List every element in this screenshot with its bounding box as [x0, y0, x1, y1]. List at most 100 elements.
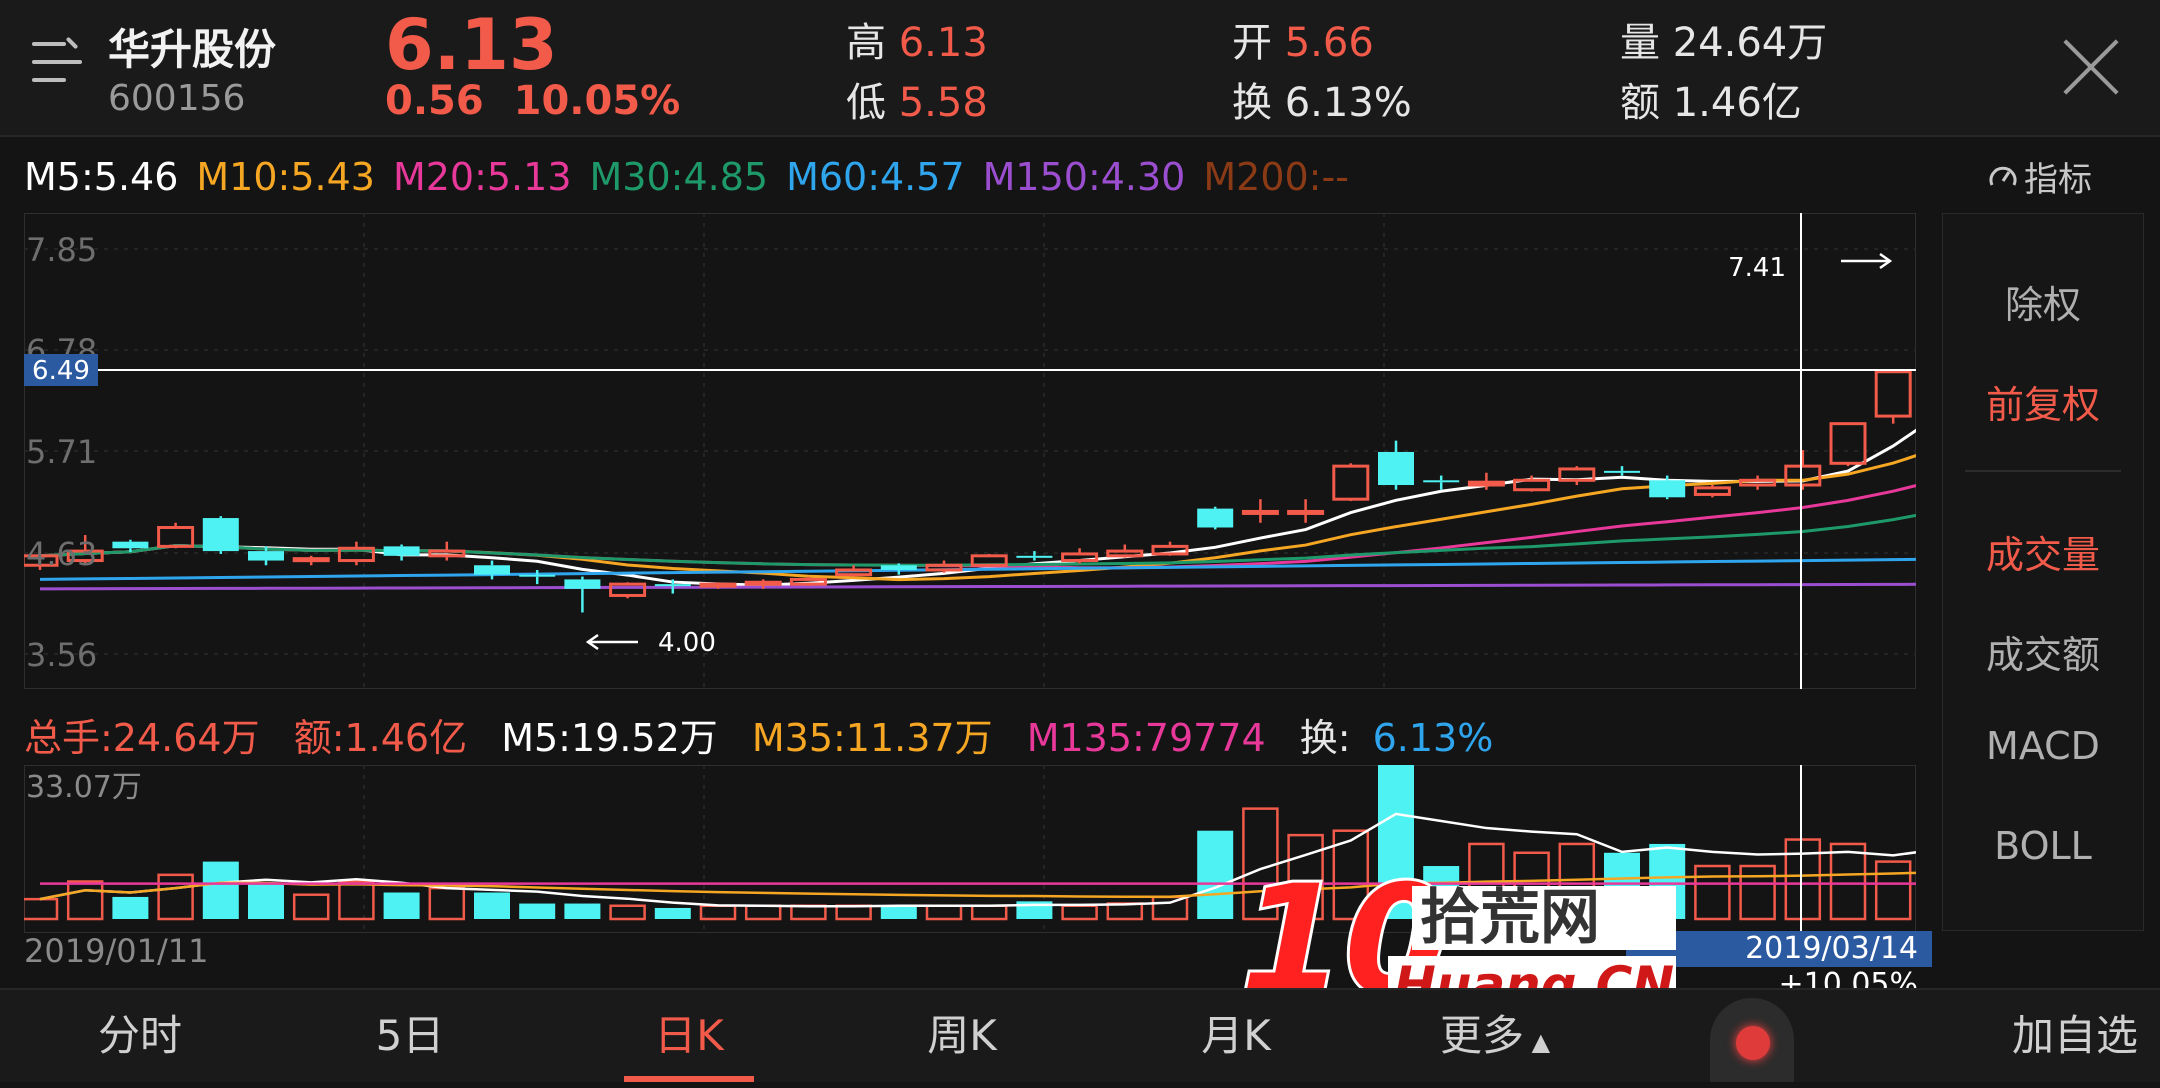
menu-icon[interactable] — [32, 36, 82, 86]
svg-text:拾荒网: 拾荒网 — [1420, 883, 1600, 953]
volume-bar — [157, 873, 194, 921]
candle — [202, 516, 239, 554]
candle — [428, 541, 466, 561]
candle — [292, 555, 330, 566]
candle — [970, 553, 1008, 568]
volume-bar — [519, 903, 556, 919]
ma-legend-item: M150:4.30 — [982, 155, 1186, 199]
candle — [474, 560, 510, 580]
gauge-icon — [1989, 166, 2017, 186]
volume-bar — [338, 880, 375, 921]
volume-bar — [880, 905, 917, 919]
ma-legend: M5:5.46 M10:5.43 M20:5.13 M30:4.85 M60:4.57 M… — [24, 155, 1367, 199]
volume-bar — [790, 904, 827, 921]
low-stat: 低 5.58 — [846, 80, 988, 126]
open-stat: 开 5.66 — [1232, 20, 1374, 66]
option-boll[interactable]: BOLL — [1943, 824, 2143, 868]
candle — [1061, 548, 1099, 564]
ma-legend-item: M60:4.57 — [786, 155, 965, 199]
volume-bar — [699, 904, 737, 921]
header-divider — [0, 135, 2160, 137]
period-tabs: 分时 5日 日K 周K 月K 更多 ▲ 加自选 — [0, 988, 2160, 1082]
add-to-watchlist-button[interactable]: 加自选 — [2000, 990, 2150, 1082]
tab-weekly-k[interactable]: 周K — [902, 990, 1022, 1082]
volume-bar — [970, 904, 1008, 921]
volume-bar — [1106, 902, 1144, 921]
price-tick-label: 3.56 — [26, 636, 97, 674]
volume-stat: 量 24.64万 — [1620, 20, 1828, 66]
turnover-stat: 换 6.13% — [1232, 80, 1412, 126]
ma-legend-item: M30:4.85 — [589, 155, 769, 199]
ma-legend-item: M5:5.46 — [24, 155, 179, 199]
change-amount: 0.56 — [385, 78, 484, 124]
volume-bar — [248, 883, 284, 919]
amount-stat: 额 1.46亿 — [1620, 80, 1802, 126]
volume-bar — [428, 886, 466, 921]
stock-name: 华升股份 — [108, 25, 277, 74]
candle — [1378, 440, 1414, 490]
option-amount[interactable]: 成交额 — [1943, 624, 2143, 679]
ma-legend-item: M20:5.13 — [392, 155, 572, 199]
volume-bar — [835, 904, 872, 921]
price-tick-label: 7.85 — [26, 231, 97, 269]
volume-bar — [925, 904, 963, 921]
volume-bar — [609, 904, 646, 921]
volume-bar — [564, 903, 601, 919]
option-macd[interactable]: MACD — [1943, 724, 2143, 768]
candle — [564, 576, 601, 613]
volume-amount: 额:1.46亿 — [293, 716, 468, 760]
volume-turnover: 换: 6.13% — [1299, 716, 1494, 760]
candle — [609, 582, 647, 599]
candle — [1829, 422, 1867, 467]
tab-more[interactable]: 更多 ▲ — [1420, 990, 1570, 1082]
quote-header — [0, 0, 2160, 135]
candlestick-chart[interactable]: 7.856.785.714.633.56 6.49 7.41 4.00 — [24, 213, 1916, 689]
candle — [1287, 499, 1325, 523]
volume-m5: M5:19.52万 — [501, 716, 718, 760]
volume-bar — [1151, 895, 1189, 921]
volume-bar — [474, 892, 510, 919]
volume-bar — [202, 861, 239, 919]
candle — [383, 544, 420, 561]
candle — [1604, 466, 1640, 476]
candle — [1693, 485, 1731, 498]
high-stat: 高 6.13 — [846, 20, 988, 66]
indicator-button[interactable]: 指标 — [1988, 152, 2092, 201]
min-price-label: 4.00 — [658, 628, 716, 658]
chart-options-panel: 除权 前复权 成交量 成交额 MACD BOLL — [1942, 213, 2144, 931]
volume-bar — [1739, 864, 1776, 921]
volume-bar — [383, 892, 420, 919]
tab-intraday[interactable]: 分时 — [80, 990, 200, 1082]
volume-legend: 总手:24.64万 额:1.46亿 M5:19.52万 M35:11.37万 M… — [24, 707, 1537, 762]
price-tick-label: 4.63 — [26, 535, 97, 573]
candle — [1241, 499, 1279, 523]
candle — [835, 565, 873, 577]
option-forward-adjusted[interactable]: 前复权 — [1943, 374, 2143, 429]
price-axis-labels: 7.856.785.714.633.56 — [26, 231, 97, 674]
max-price-label: 7.41 — [1728, 253, 1786, 283]
volume-bar — [1829, 842, 1867, 921]
record-button[interactable] — [1710, 998, 1794, 1082]
candle — [925, 560, 963, 573]
volume-bar — [1061, 904, 1098, 921]
option-ex-rights[interactable]: 除权 — [1943, 274, 2143, 329]
ma-legend-item: M10:5.43 — [196, 155, 375, 199]
volume-bar — [292, 893, 330, 921]
tab-daily-k[interactable]: 日K — [629, 990, 749, 1082]
tab-5day[interactable]: 5日 — [350, 990, 470, 1082]
candle — [1151, 541, 1189, 556]
tab-monthly-k[interactable]: 月K — [1176, 990, 1296, 1082]
candle — [1332, 463, 1370, 502]
current-price: 6.13 — [385, 4, 558, 86]
start-date: 2019/01/11 — [24, 932, 209, 970]
candle — [1197, 506, 1234, 530]
close-icon[interactable] — [2060, 36, 2122, 98]
price-tick-label: 5.71 — [26, 433, 97, 471]
volume-bar — [744, 904, 782, 921]
candle — [1558, 466, 1596, 486]
volume-bar — [1694, 864, 1731, 921]
max-marker: 7.41 — [1728, 252, 1893, 283]
ma-line — [39, 582, 1916, 591]
option-volume[interactable]: 成交量 — [1943, 524, 2143, 579]
volume-bar — [66, 880, 104, 921]
